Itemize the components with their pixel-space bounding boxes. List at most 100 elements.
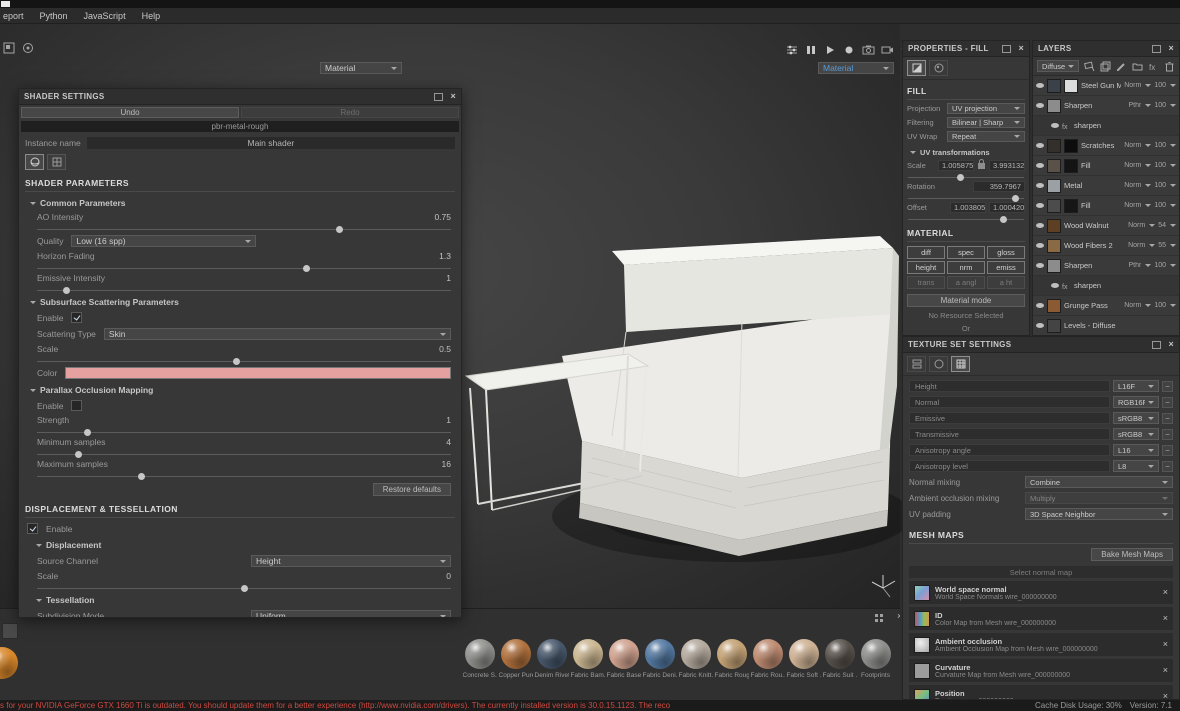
- sync-icon[interactable]: [22, 42, 34, 54]
- channel-name-field[interactable]: Anisotropy angle: [909, 444, 1110, 456]
- blend-mode-dropdown[interactable]: Pthr: [1128, 262, 1152, 269]
- tessellation-section[interactable]: Tessellation: [33, 595, 453, 605]
- channel-name-field[interactable]: Anisotropy level: [909, 460, 1110, 472]
- horizon-fading-slider[interactable]: [37, 265, 451, 272]
- visibility-icon[interactable]: [1036, 323, 1044, 328]
- shelf-item[interactable]: Denim Rivet: [534, 639, 569, 679]
- tessellation-view-icon[interactable]: [47, 154, 66, 170]
- filtering-dropdown[interactable]: Bilinear | Sharp: [947, 117, 1025, 128]
- mesh-map-id[interactable]: ID Color Map from Mesh wire_000000000 ×: [909, 607, 1173, 630]
- visibility-icon[interactable]: [1036, 83, 1044, 88]
- folder-icon[interactable]: [1132, 61, 1143, 72]
- remove-channel-button[interactable]: −: [1162, 396, 1173, 408]
- opacity-dropdown[interactable]: 100: [1154, 302, 1176, 309]
- close-icon[interactable]: ×: [450, 92, 456, 101]
- mesh-map-position[interactable]: Position Position wire_000000000 ×: [909, 685, 1173, 700]
- mesh-tab-icon[interactable]: [951, 356, 970, 372]
- channel-name-field[interactable]: Transmissive: [909, 428, 1110, 440]
- close-icon[interactable]: ×: [1168, 44, 1174, 53]
- visibility-icon[interactable]: [1036, 243, 1044, 248]
- opacity-dropdown[interactable]: 54: [1158, 222, 1176, 229]
- sphere-tab-icon[interactable]: [929, 356, 948, 372]
- pom-strength-value[interactable]: 1: [446, 415, 451, 425]
- select-normal-map-bar[interactable]: Select normal map: [909, 566, 1173, 578]
- quality-dropdown[interactable]: Low (16 spp): [71, 235, 257, 247]
- texture-set-titlebar[interactable]: TEXTURE SET SETTINGS ×: [903, 337, 1179, 353]
- layer-row[interactable]: Fill Norm 100: [1033, 156, 1179, 176]
- channel-aht-button[interactable]: a ht: [987, 276, 1025, 289]
- layer-row[interactable]: Scratches Norm 100: [1033, 136, 1179, 156]
- channel-trans-button[interactable]: trans: [907, 276, 945, 289]
- shelf-item[interactable]: Footprints: [858, 639, 893, 679]
- remove-map-icon[interactable]: ×: [1163, 614, 1168, 623]
- layer-row[interactable]: Sharpen Pthr 100: [1033, 96, 1179, 116]
- menu-viewport[interactable]: eport: [3, 11, 24, 21]
- camera-icon[interactable]: [862, 44, 875, 56]
- format-dropdown[interactable]: L8: [1113, 460, 1159, 472]
- remove-map-icon[interactable]: ×: [1163, 692, 1168, 700]
- ao-intensity-slider[interactable]: [37, 226, 451, 233]
- shelf-item[interactable]: Copper Pure: [498, 639, 533, 679]
- displacement-section[interactable]: Displacement: [33, 540, 453, 550]
- format-dropdown[interactable]: RGB16F: [1113, 396, 1159, 408]
- opacity-dropdown[interactable]: 100: [1154, 202, 1176, 209]
- bake-mesh-maps-button[interactable]: Bake Mesh Maps: [1091, 548, 1173, 561]
- disp-scale-slider[interactable]: [37, 585, 451, 592]
- channel-nrm-button[interactable]: nrm: [947, 261, 985, 274]
- remove-channel-button[interactable]: −: [1162, 460, 1173, 472]
- visibility-icon[interactable]: [1051, 283, 1059, 288]
- pause-icon[interactable]: [805, 44, 817, 56]
- trash-icon[interactable]: [1164, 61, 1175, 72]
- pom-enable-checkbox[interactable]: [71, 400, 83, 411]
- blend-mode-dropdown[interactable]: Pthr: [1128, 102, 1152, 109]
- sphere-view-icon[interactable]: [25, 154, 44, 170]
- shelf-item[interactable]: Fabric Deni...: [642, 639, 677, 679]
- layer-row[interactable]: Levels - Diffuse: [1033, 316, 1179, 335]
- channel-name-field[interactable]: Height: [909, 380, 1110, 392]
- blend-mode-dropdown[interactable]: Norm: [1124, 142, 1152, 149]
- channel-emiss-button[interactable]: emiss: [987, 261, 1025, 274]
- source-channel-dropdown[interactable]: Height: [251, 555, 451, 567]
- fill-layer-icon[interactable]: [1100, 61, 1111, 72]
- uv-offset-x-field[interactable]: 1.003805: [950, 202, 986, 213]
- layer-row[interactable]: Metal Norm 100: [1033, 176, 1179, 196]
- layers-channel-dropdown[interactable]: Diffuse: [1037, 60, 1080, 72]
- horizon-fading-value[interactable]: 1.3: [439, 251, 451, 261]
- blend-mode-dropdown[interactable]: Norm: [1124, 182, 1152, 189]
- visibility-icon[interactable]: [1036, 143, 1044, 148]
- pom-max-value[interactable]: 16: [442, 459, 451, 469]
- sss-scale-slider[interactable]: [37, 358, 451, 365]
- opacity-dropdown[interactable]: 55: [1158, 242, 1176, 249]
- channel-height-button[interactable]: height: [907, 261, 945, 274]
- opacity-dropdown[interactable]: 100: [1154, 182, 1176, 189]
- pom-strength-slider[interactable]: [37, 429, 451, 436]
- layer-effect-row[interactable]: fx sharpen: [1033, 116, 1179, 136]
- scattering-type-dropdown[interactable]: Skin: [103, 328, 451, 340]
- blend-mode-dropdown[interactable]: Norm: [1124, 162, 1152, 169]
- channels-tab-icon[interactable]: [907, 356, 926, 372]
- opacity-dropdown[interactable]: 100: [1154, 262, 1176, 269]
- mesh-map-world-space-normal[interactable]: World space normal World Space Normals w…: [909, 581, 1173, 604]
- instance-name-field[interactable]: Main shader: [86, 137, 455, 149]
- dock-icon[interactable]: [1152, 340, 1162, 349]
- menu-help[interactable]: Help: [142, 11, 161, 21]
- mesh-map-ambient-occlusion[interactable]: Ambient occlusion Ambient Occlusion Map …: [909, 633, 1173, 656]
- link-lock-icon[interactable]: [978, 158, 985, 169]
- uv-transformations-section[interactable]: UV transformations: [907, 148, 1025, 157]
- opacity-dropdown[interactable]: 100: [1154, 102, 1176, 109]
- layer-row[interactable]: Steel Gun M... Norm 100: [1033, 76, 1179, 96]
- record-icon[interactable]: [843, 44, 855, 56]
- blend-mode-dropdown[interactable]: Norm: [1124, 202, 1152, 209]
- opacity-dropdown[interactable]: 100: [1154, 82, 1176, 89]
- uv-scale-y-field[interactable]: 3.993132: [989, 160, 1025, 171]
- opacity-dropdown[interactable]: 100: [1154, 142, 1176, 149]
- remove-channel-button[interactable]: −: [1162, 444, 1173, 456]
- blend-mode-dropdown[interactable]: Norm: [1128, 222, 1156, 229]
- format-dropdown[interactable]: L16F: [1113, 380, 1159, 392]
- menu-python[interactable]: Python: [40, 11, 68, 21]
- visibility-icon[interactable]: [1036, 103, 1044, 108]
- axis-gizmo[interactable]: [868, 572, 898, 600]
- play-icon[interactable]: [824, 44, 836, 56]
- shelf-partial-sphere[interactable]: [0, 647, 18, 679]
- shelf-category-thumb[interactable]: [2, 623, 18, 639]
